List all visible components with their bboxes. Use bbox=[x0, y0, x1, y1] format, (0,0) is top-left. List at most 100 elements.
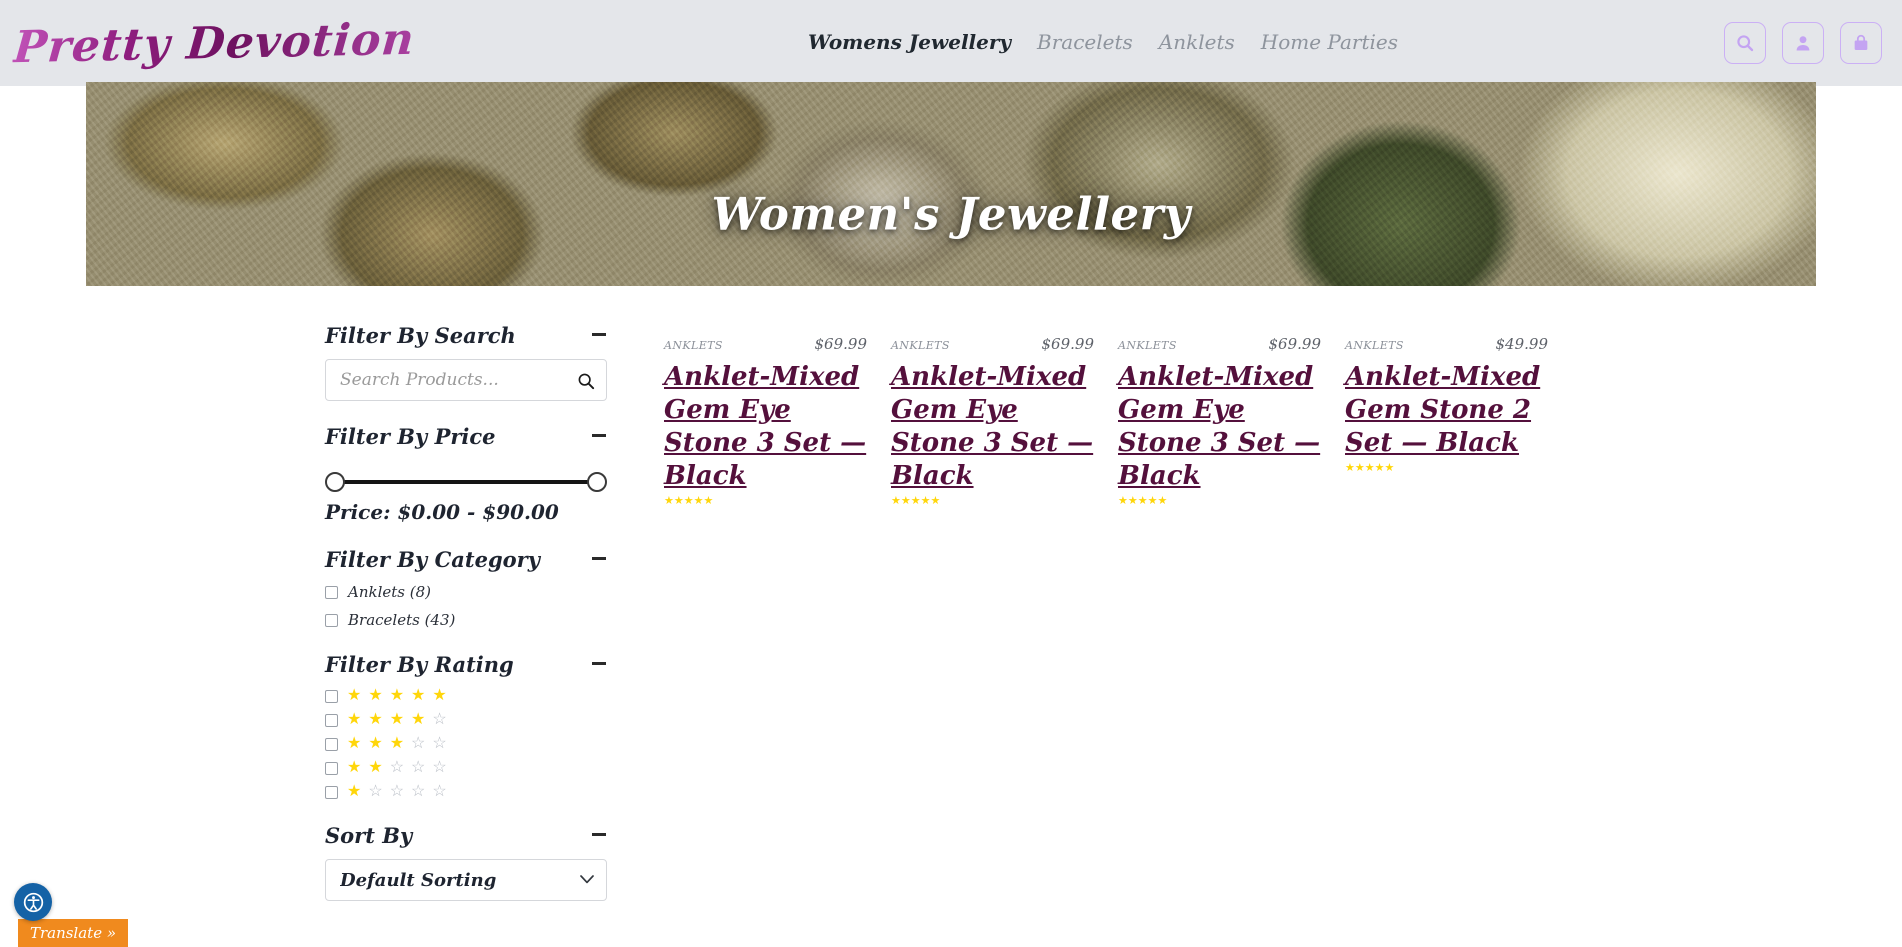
product-search-input[interactable] bbox=[325, 359, 607, 402]
star-empty-icon: ☆ bbox=[411, 783, 426, 801]
star-filled-icon: ★ bbox=[920, 495, 931, 508]
star-filled-icon: ★ bbox=[389, 711, 405, 729]
product-title-link[interactable]: Anklet-Mixed Gem Eye Stone 3 Set — Black bbox=[1118, 361, 1321, 493]
search-icon bbox=[1737, 35, 1754, 52]
star-filled-icon: ★ bbox=[1345, 462, 1355, 475]
sort-by-select[interactable]: Default Sorting bbox=[325, 859, 607, 902]
star-filled-icon: ★ bbox=[693, 495, 704, 508]
product-rating: ★ ★ ★ ★ ★ bbox=[891, 496, 1094, 507]
search-toggle-button[interactable] bbox=[1724, 22, 1766, 64]
product-title-link[interactable]: Anklet-Mixed Gem Eye Stone 3 Set — Black bbox=[664, 361, 867, 493]
collapse-toggle-search[interactable] bbox=[591, 326, 607, 342]
star-filled-icon: ★ bbox=[432, 687, 447, 705]
product-category[interactable]: ANKLETS bbox=[1345, 339, 1404, 352]
product-card: ANKLETS $69.99 Anklet-Mixed Gem Eye Stone … bbox=[1118, 324, 1321, 507]
product-price: $49.99 bbox=[1495, 335, 1549, 353]
star-filled-icon: ★ bbox=[1354, 462, 1365, 475]
rating-filter-1-star[interactable]: ★ ☆ ☆ ☆ ☆ bbox=[325, 784, 607, 800]
checkbox-icon[interactable] bbox=[325, 785, 338, 799]
account-icon bbox=[1796, 36, 1810, 51]
product-grid: ANKLETS $69.99 Anklet-Mixed Gem Eye Stone … bbox=[664, 324, 1564, 529]
price-range-slider[interactable] bbox=[325, 470, 607, 494]
star-empty-icon: ☆ bbox=[432, 735, 447, 753]
star-filled-icon: ★ bbox=[891, 495, 901, 508]
nav-item-womens-jewellery[interactable]: Womens Jewellery bbox=[808, 30, 1011, 54]
star-empty-icon: ☆ bbox=[389, 783, 405, 801]
translate-widget-button[interactable]: Translate » bbox=[18, 919, 128, 947]
product-meta: ANKLETS $49.99 bbox=[1345, 335, 1548, 353]
filter-sidebar: Filter By Search Filter By Price bbox=[325, 324, 607, 925]
nav-item-anklets[interactable]: Anklets bbox=[1159, 30, 1235, 54]
star-filled-icon: ★ bbox=[389, 687, 405, 705]
star-filled-icon: ★ bbox=[347, 759, 362, 777]
collapse-toggle-price[interactable] bbox=[591, 427, 607, 443]
product-card: ANKLETS $49.99 Anklet-Mixed Gem Stone 2 Se… bbox=[1345, 324, 1548, 507]
rating-filter-5-star[interactable]: ★ ★ ★ ★ ★ bbox=[325, 688, 607, 704]
star-filled-icon: ★ bbox=[1384, 462, 1395, 475]
nav-item-bracelets[interactable]: Bracelets bbox=[1037, 30, 1133, 54]
checkbox-icon[interactable] bbox=[325, 713, 338, 727]
checkbox-icon[interactable] bbox=[325, 689, 338, 703]
page-title: Women's Jewellery bbox=[711, 187, 1191, 241]
sort-select-wrapper: Default Sorting bbox=[325, 859, 607, 902]
star-filled-icon: ★ bbox=[347, 735, 362, 753]
product-meta: ANKLETS $69.99 bbox=[1118, 335, 1321, 353]
widget-header: Filter By Search bbox=[325, 324, 607, 359]
category-filter-anklets[interactable]: Anklets (8) bbox=[325, 583, 607, 601]
star-filled-icon: ★ bbox=[347, 687, 362, 705]
star-filled-icon: ★ bbox=[673, 495, 684, 508]
product-meta: ANKLETS $69.99 bbox=[664, 335, 867, 353]
product-category[interactable]: ANKLETS bbox=[664, 339, 723, 352]
cart-button[interactable] bbox=[1840, 22, 1882, 64]
site-logo[interactable]: Pretty Devotion bbox=[11, 13, 416, 72]
product-card: ANKLETS $69.99 Anklet-Mixed Gem Eye Stone … bbox=[891, 324, 1094, 507]
star-filled-icon: ★ bbox=[411, 687, 426, 705]
widget-title-price: Filter By Price bbox=[325, 424, 496, 450]
checkbox-icon[interactable] bbox=[325, 613, 338, 627]
star-filled-icon: ★ bbox=[368, 759, 383, 777]
accessibility-icon bbox=[23, 892, 43, 912]
search-icon bbox=[578, 373, 595, 390]
product-category[interactable]: ANKLETS bbox=[891, 339, 950, 352]
star-filled-icon: ★ bbox=[900, 495, 911, 508]
product-title-link[interactable]: Anklet-Mixed Gem Stone 2 Set — Black bbox=[1345, 361, 1548, 460]
search-submit-button[interactable] bbox=[573, 368, 599, 394]
product-title-link[interactable]: Anklet-Mixed Gem Eye Stone 3 Set — Black bbox=[891, 361, 1094, 493]
collapse-toggle-rating[interactable] bbox=[591, 655, 607, 671]
product-category[interactable]: ANKLETS bbox=[1118, 339, 1177, 352]
star-filled-icon: ★ bbox=[703, 495, 714, 508]
accessibility-widget-button[interactable] bbox=[14, 883, 52, 921]
star-empty-icon: ☆ bbox=[432, 759, 447, 777]
nav-item-home-parties[interactable]: Home Parties bbox=[1261, 30, 1398, 54]
star-filled-icon: ★ bbox=[664, 495, 674, 508]
widget-filter-by-rating: Filter By Rating ★ ★ ★ ★ ★ ★ ★ ★ ★ ☆ ★ ★ ★ ☆ ☆ ★ ★ ☆ ☆ ☆ ★ ☆ ☆… bbox=[325, 653, 607, 800]
price-slider-handle-max[interactable] bbox=[587, 472, 607, 493]
checkbox-icon[interactable] bbox=[325, 585, 338, 599]
account-button[interactable] bbox=[1782, 22, 1824, 64]
star-rating-display: ★ ★ ★ ★ ★ bbox=[347, 688, 447, 704]
header-actions bbox=[1724, 22, 1882, 64]
widget-filter-by-search: Filter By Search bbox=[325, 324, 607, 402]
star-empty-icon: ☆ bbox=[432, 711, 447, 729]
product-price: $69.99 bbox=[1268, 335, 1322, 353]
product-rating: ★ ★ ★ ★ ★ bbox=[1345, 463, 1548, 474]
category-filter-bracelets[interactable]: Bracelets (43) bbox=[325, 611, 607, 629]
rating-filter-2-star[interactable]: ★ ★ ☆ ☆ ☆ bbox=[325, 760, 607, 776]
product-price: $69.99 bbox=[1041, 335, 1095, 353]
star-filled-icon: ★ bbox=[910, 495, 921, 508]
rating-filter-4-star[interactable]: ★ ★ ★ ★ ☆ bbox=[325, 712, 607, 728]
collapse-toggle-category[interactable] bbox=[591, 550, 607, 566]
hero-background-image bbox=[86, 82, 1816, 286]
price-slider-handle-min[interactable] bbox=[325, 472, 345, 493]
star-filled-icon: ★ bbox=[347, 783, 362, 801]
search-field-wrapper bbox=[325, 359, 607, 402]
category-label: Anklets (8) bbox=[348, 583, 431, 602]
star-empty-icon: ☆ bbox=[411, 735, 426, 753]
star-filled-icon: ★ bbox=[1118, 495, 1128, 508]
product-price: $69.99 bbox=[814, 335, 868, 353]
checkbox-icon[interactable] bbox=[325, 737, 338, 751]
collapse-toggle-sort[interactable] bbox=[591, 826, 607, 842]
rating-filter-3-star[interactable]: ★ ★ ★ ☆ ☆ bbox=[325, 736, 607, 752]
checkbox-icon[interactable] bbox=[325, 761, 338, 775]
widget-title-rating: Filter By Rating bbox=[325, 652, 514, 678]
